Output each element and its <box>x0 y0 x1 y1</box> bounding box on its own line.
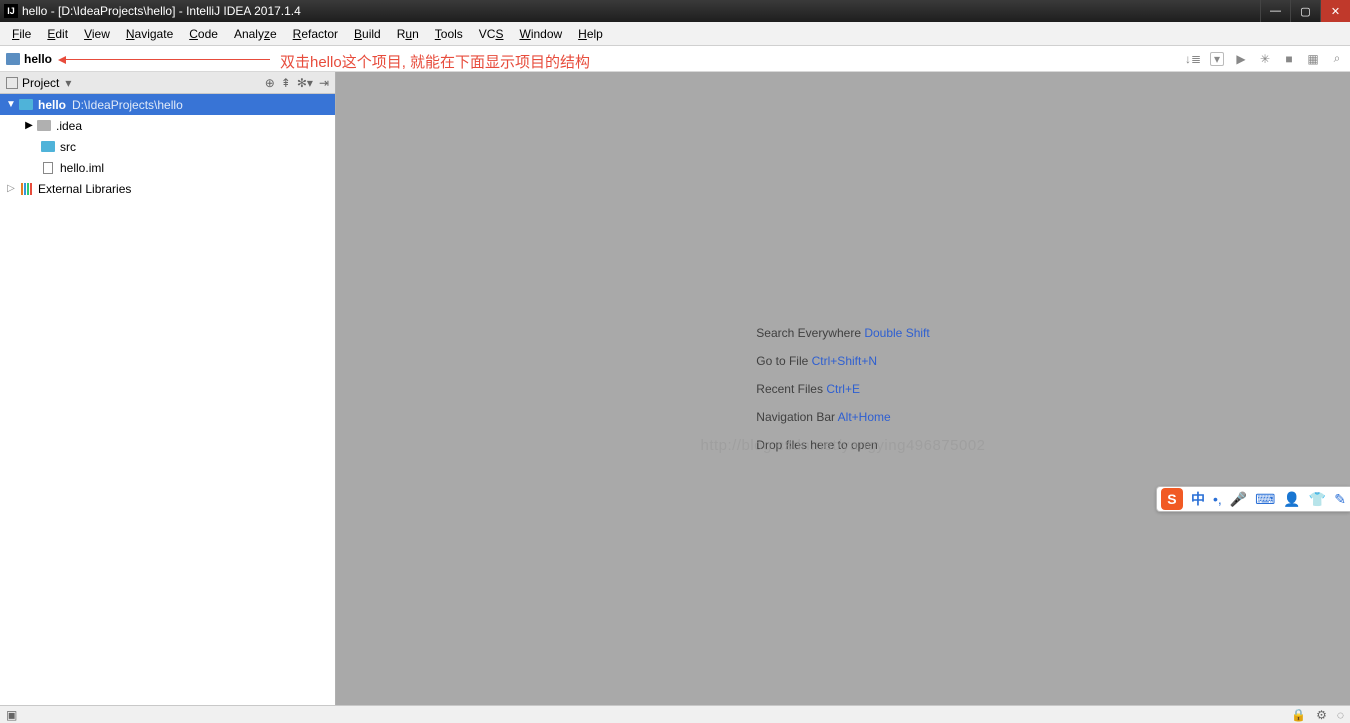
tree-root-name: hello <box>38 98 66 112</box>
menu-file[interactable]: File <box>4 25 39 43</box>
layout-icon[interactable]: ▦ <box>1306 52 1320 66</box>
title-bar: IJ hello - [D:\IdeaProjects\hello] - Int… <box>0 0 1350 22</box>
tree-iml[interactable]: hello.iml <box>0 157 335 178</box>
hide-icon[interactable]: ⇥ <box>319 76 329 90</box>
tip-search-label: Search Everywhere <box>756 326 864 340</box>
minimize-button[interactable]: — <box>1260 0 1290 22</box>
folder-icon <box>37 120 51 131</box>
tip-recent-label: Recent Files <box>756 382 826 396</box>
ime-tool-icon[interactable]: ✎ <box>1334 491 1346 508</box>
tree-ext-label: External Libraries <box>38 182 131 196</box>
project-tree: ▼ hello D:\IdeaProjects\hello ▶ .idea sr… <box>0 94 335 705</box>
status-notif-icon[interactable]: ◌ <box>1337 708 1344 722</box>
project-tool-header: Project ▾ ⊕ ⇞ ✻▾ ⇥ <box>0 72 335 94</box>
debug-icon[interactable]: ✳ <box>1258 52 1272 66</box>
run-icon[interactable]: ▶ <box>1234 52 1248 66</box>
tree-src-label: src <box>60 140 76 154</box>
make-project-icon[interactable]: ↓≣ <box>1186 52 1200 66</box>
collapse-all-icon[interactable]: ⇞ <box>281 76 291 90</box>
annotation-arrow <box>60 59 270 60</box>
ime-toolbar[interactable]: S 中 •, 🎤 ⌨ 👤 👕 ✎ <box>1156 486 1350 512</box>
tree-root[interactable]: ▼ hello D:\IdeaProjects\hello <box>0 94 335 115</box>
module-icon <box>19 99 33 110</box>
ime-punct-icon[interactable]: •, <box>1213 491 1222 507</box>
project-view-icon[interactable] <box>6 77 18 89</box>
menu-help[interactable]: Help <box>570 25 611 43</box>
editor-empty-area[interactable]: Search Everywhere Double Shift Go to Fil… <box>336 72 1350 705</box>
close-button[interactable]: ✕ <box>1320 0 1350 22</box>
tip-gotofile-label: Go to File <box>756 354 811 368</box>
menu-bar: File Edit View Navigate Code Analyze Ref… <box>0 22 1350 46</box>
menu-vcs[interactable]: VCS <box>471 25 512 43</box>
tip-navbar-shortcut: Alt+Home <box>838 410 891 424</box>
folder-icon <box>6 53 20 65</box>
project-tool-title[interactable]: Project <box>22 76 59 90</box>
project-view-dropdown-icon[interactable]: ▾ <box>65 76 71 90</box>
status-bar: ▣ 🔒 ⚙ ◌ <box>0 705 1350 723</box>
locate-icon[interactable]: ⊕ <box>265 76 275 90</box>
tree-src[interactable]: src <box>0 136 335 157</box>
watermark-text: http://blog.csdn.net/yangying496875002 <box>700 437 985 454</box>
menu-run[interactable]: Run <box>389 25 427 43</box>
chevron-right-icon[interactable]: ▷ <box>4 183 18 194</box>
breadcrumb[interactable]: hello <box>6 52 52 66</box>
tree-iml-label: hello.iml <box>60 161 104 175</box>
project-tool-window: Project ▾ ⊕ ⇞ ✻▾ ⇥ ▼ hello D:\IdeaProjec… <box>0 72 336 705</box>
run-config-dropdown[interactable]: ▾ <box>1210 52 1224 66</box>
menu-edit[interactable]: Edit <box>39 25 76 43</box>
libraries-icon <box>21 183 32 195</box>
tip-navbar-label: Navigation Bar <box>756 410 837 424</box>
breadcrumb-project: hello <box>24 52 52 66</box>
status-toolwindows-icon[interactable]: ▣ <box>6 708 17 722</box>
ime-user-icon[interactable]: 👤 <box>1283 491 1300 508</box>
sogou-logo-icon[interactable]: S <box>1161 488 1183 510</box>
tree-idea-label: .idea <box>56 119 82 133</box>
tree-idea[interactable]: ▶ .idea <box>0 115 335 136</box>
ime-lang[interactable]: 中 <box>1191 489 1205 509</box>
status-process-icon[interactable]: ⚙ <box>1316 708 1327 722</box>
menu-window[interactable]: Window <box>511 25 570 43</box>
window-title: hello - [D:\IdeaProjects\hello] - Intell… <box>22 4 1260 18</box>
menu-analyze[interactable]: Analyze <box>226 25 285 43</box>
iml-file-icon <box>43 162 53 174</box>
chevron-right-icon[interactable]: ▶ <box>22 120 36 131</box>
tip-search-shortcut: Double Shift <box>864 326 929 340</box>
settings-icon[interactable]: ✻▾ <box>297 76 313 90</box>
tree-external-libraries[interactable]: ▷ External Libraries <box>0 178 335 199</box>
status-lock-icon[interactable]: 🔒 <box>1291 708 1306 722</box>
ime-mic-icon[interactable]: 🎤 <box>1230 491 1247 508</box>
tip-gotofile-shortcut: Ctrl+Shift+N <box>812 354 877 368</box>
search-icon[interactable]: ⌕ <box>1330 52 1344 66</box>
menu-navigate[interactable]: Navigate <box>118 25 181 43</box>
navigation-bar: hello 双击hello这个项目, 就能在下面显示项目的结构 ↓≣ ▾ ▶ ✳… <box>0 46 1350 72</box>
annotation-text: 双击hello这个项目, 就能在下面显示项目的结构 <box>280 51 590 72</box>
app-icon: IJ <box>4 4 18 18</box>
ime-keyboard-icon[interactable]: ⌨ <box>1255 491 1275 508</box>
menu-view[interactable]: View <box>76 25 118 43</box>
maximize-button[interactable]: ▢ <box>1290 0 1320 22</box>
tree-root-path: D:\IdeaProjects\hello <box>72 98 183 112</box>
menu-build[interactable]: Build <box>346 25 389 43</box>
ime-skin-icon[interactable]: 👕 <box>1309 491 1326 508</box>
stop-icon[interactable]: ■ <box>1282 52 1296 66</box>
menu-code[interactable]: Code <box>181 25 226 43</box>
chevron-down-icon[interactable]: ▼ <box>4 99 18 110</box>
tip-recent-shortcut: Ctrl+E <box>826 382 860 396</box>
menu-tools[interactable]: Tools <box>427 25 471 43</box>
source-folder-icon <box>41 141 55 152</box>
menu-refactor[interactable]: Refactor <box>285 25 346 43</box>
